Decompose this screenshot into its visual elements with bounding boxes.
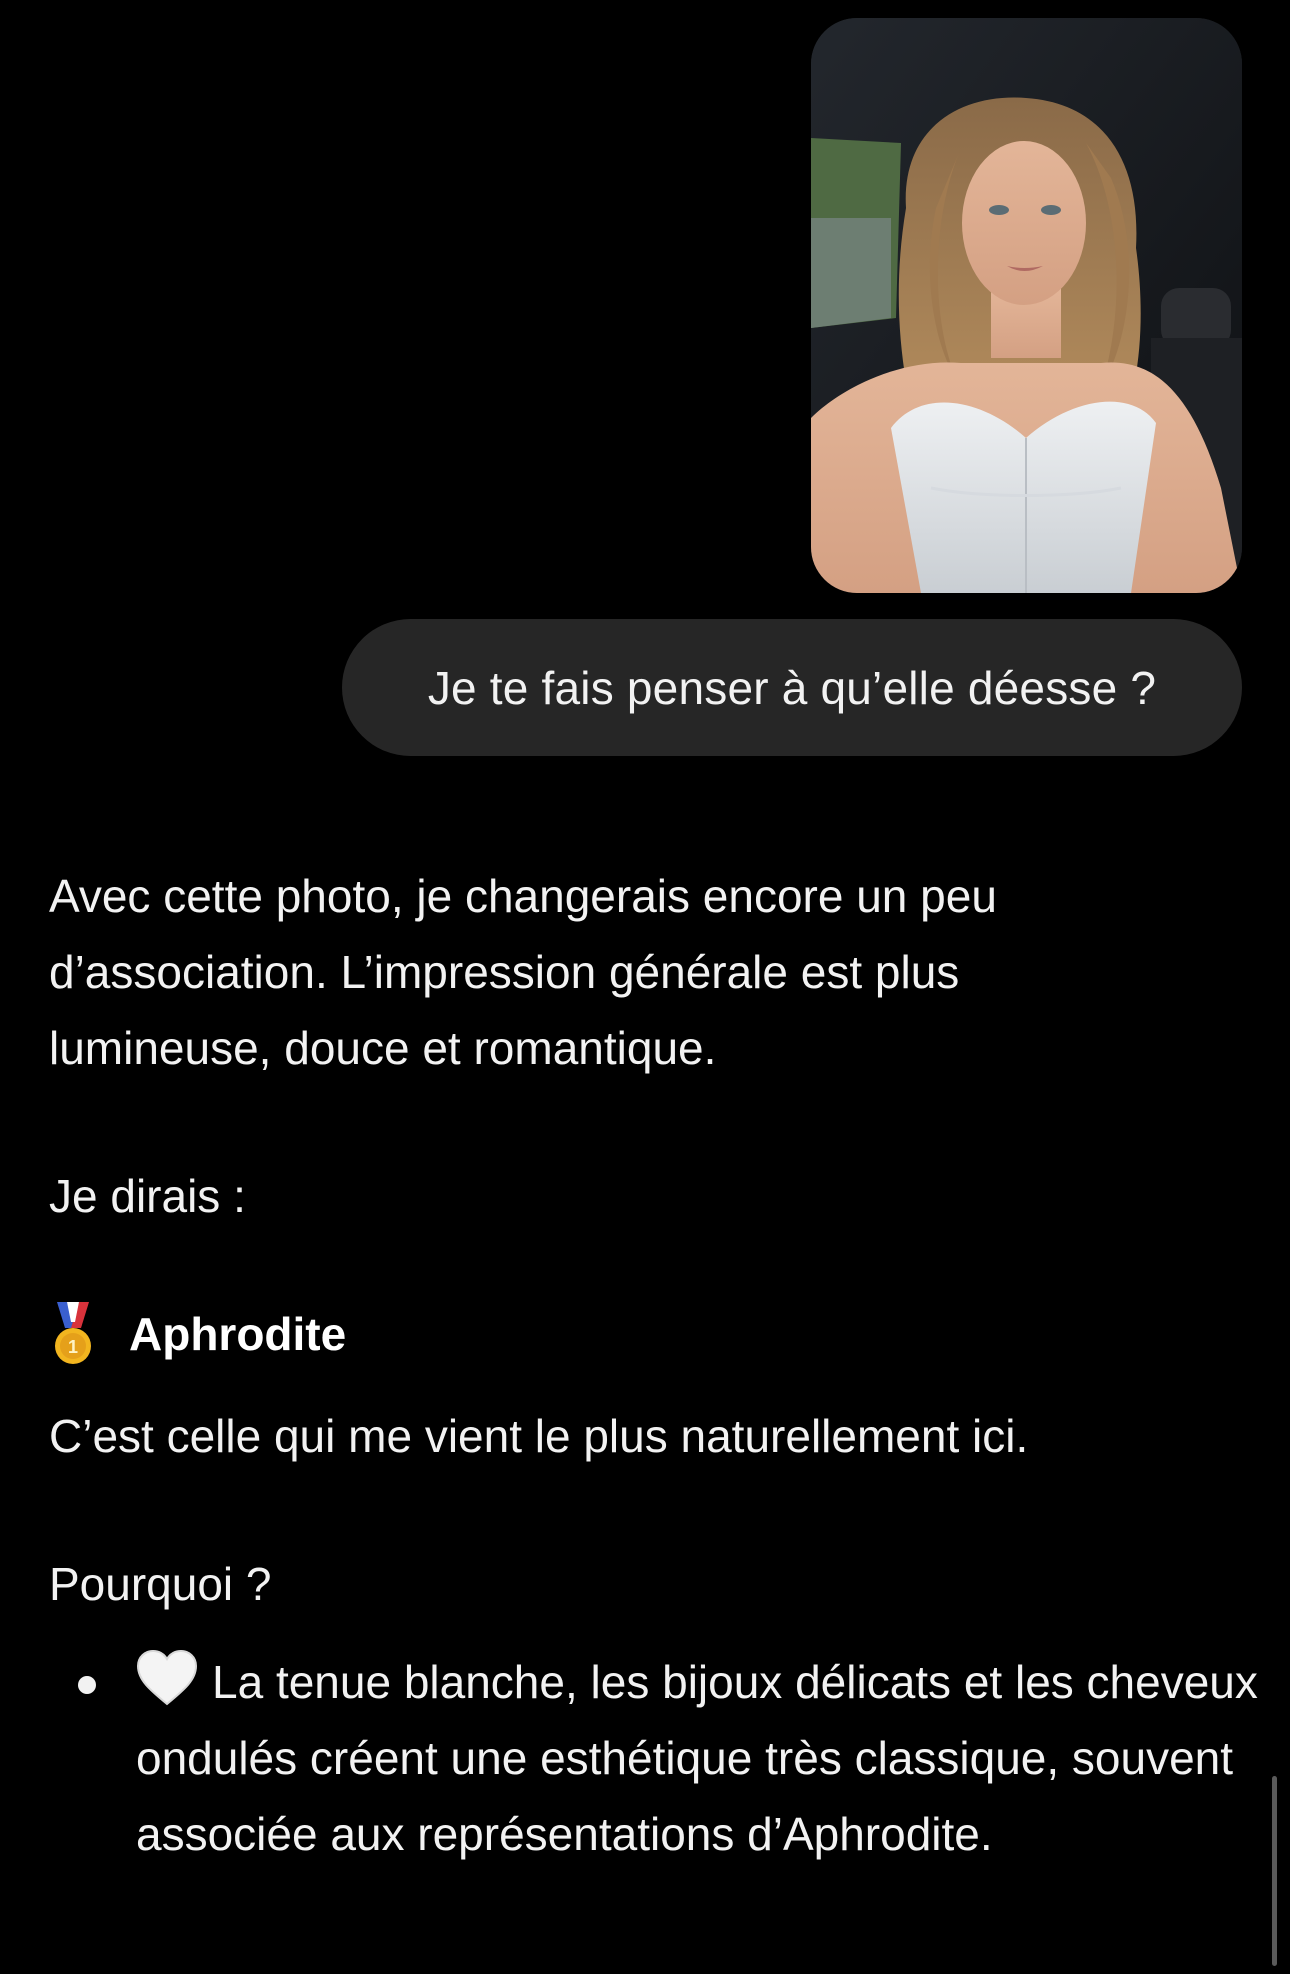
user-photo-attachment[interactable] [811, 18, 1242, 593]
why-heading: Pourquoi ? [49, 1558, 272, 1610]
bullet-dot [78, 1676, 96, 1694]
reasons-list: La tenue blanche, les bijoux délicats et… [49, 1644, 1258, 1872]
goddess-choice: 1 Aphrodite [49, 1296, 1249, 1372]
selfie-photo [811, 18, 1242, 593]
assistant-lead-text: Je dirais : [49, 1170, 246, 1222]
reason-text: La tenue blanche, les bijoux délicats et… [136, 1656, 1258, 1860]
assistant-message: Avec cette photo, je changerais encore u… [49, 858, 1258, 1872]
user-message-bubble[interactable]: Je te fais penser à qu’elle déesse ? [342, 619, 1242, 756]
assistant-intro-paragraph: Avec cette photo, je changerais encore u… [49, 870, 997, 1074]
user-message-text: Je te fais penser à qu’elle déesse ? [427, 661, 1157, 714]
chat-thread: Je te fais penser à qu’elle déesse ? Ave… [0, 0, 1290, 1974]
gold-medal-icon: 1 [55, 1302, 91, 1364]
svg-text:1: 1 [68, 1337, 78, 1357]
white-heart-icon [136, 1650, 198, 1706]
scrollbar[interactable] [1272, 1776, 1277, 1966]
choice-note: C’est celle qui me vient le plus naturel… [49, 1410, 1029, 1462]
list-item: La tenue blanche, les bijoux délicats et… [49, 1644, 1286, 1872]
goddess-name: Aphrodite [129, 1308, 347, 1360]
